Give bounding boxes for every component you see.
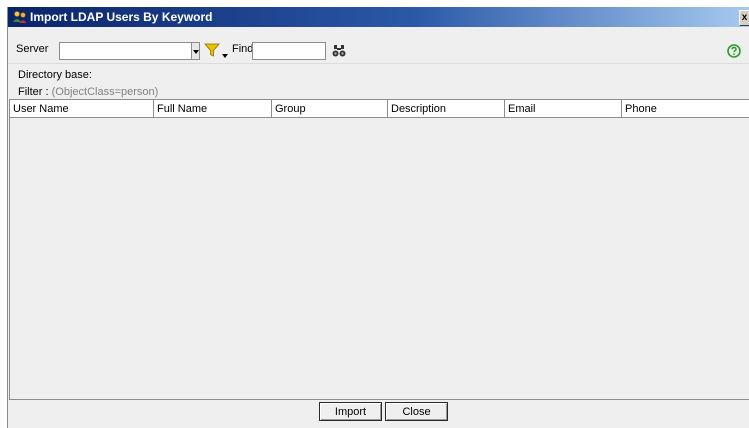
- users-table[interactable]: User Name Full Name Group Description Em…: [9, 99, 749, 400]
- chevron-down-icon: [193, 50, 199, 54]
- server-combobox[interactable]: [59, 42, 192, 60]
- toolbar: Server Find: [8, 27, 749, 62]
- find-input[interactable]: [252, 42, 326, 60]
- filter-info: Filter : (ObjectClass=person): [18, 86, 158, 98]
- title-bar: Import LDAP Users By Keyword x: [8, 7, 749, 27]
- filter-dropdown-icon[interactable]: [222, 49, 228, 61]
- column-header-full-name[interactable]: Full Name: [154, 100, 272, 118]
- find-label: Find: [232, 43, 254, 55]
- import-ldap-dialog: Import LDAP Users By Keyword x Server Fi…: [7, 7, 749, 428]
- column-header-group[interactable]: Group: [272, 100, 388, 118]
- filter-value: (ObjectClass=person): [51, 86, 159, 98]
- close-button[interactable]: Close: [385, 402, 448, 421]
- filter-label: Filter :: [18, 86, 49, 98]
- toolbar-divider: [8, 63, 749, 64]
- column-header-user-name[interactable]: User Name: [10, 100, 154, 118]
- window-close-button[interactable]: x: [739, 10, 749, 26]
- help-icon[interactable]: [727, 44, 741, 58]
- server-dropdown-button[interactable]: [192, 42, 200, 60]
- server-label: Server: [16, 43, 49, 55]
- dialog-footer: Import Close: [8, 400, 749, 428]
- column-header-email[interactable]: Email: [505, 100, 622, 118]
- window-title: Import LDAP Users By Keyword: [30, 10, 213, 24]
- column-header-description[interactable]: Description: [388, 100, 505, 118]
- column-header-phone[interactable]: Phone: [622, 100, 749, 118]
- import-button[interactable]: Import: [319, 402, 382, 421]
- directory-base-label: Directory base:: [18, 69, 92, 81]
- users-icon: [12, 9, 28, 25]
- funnel-icon[interactable]: [204, 42, 220, 58]
- table-header: User Name Full Name Group Description Em…: [10, 100, 749, 118]
- binoculars-icon[interactable]: [331, 43, 347, 59]
